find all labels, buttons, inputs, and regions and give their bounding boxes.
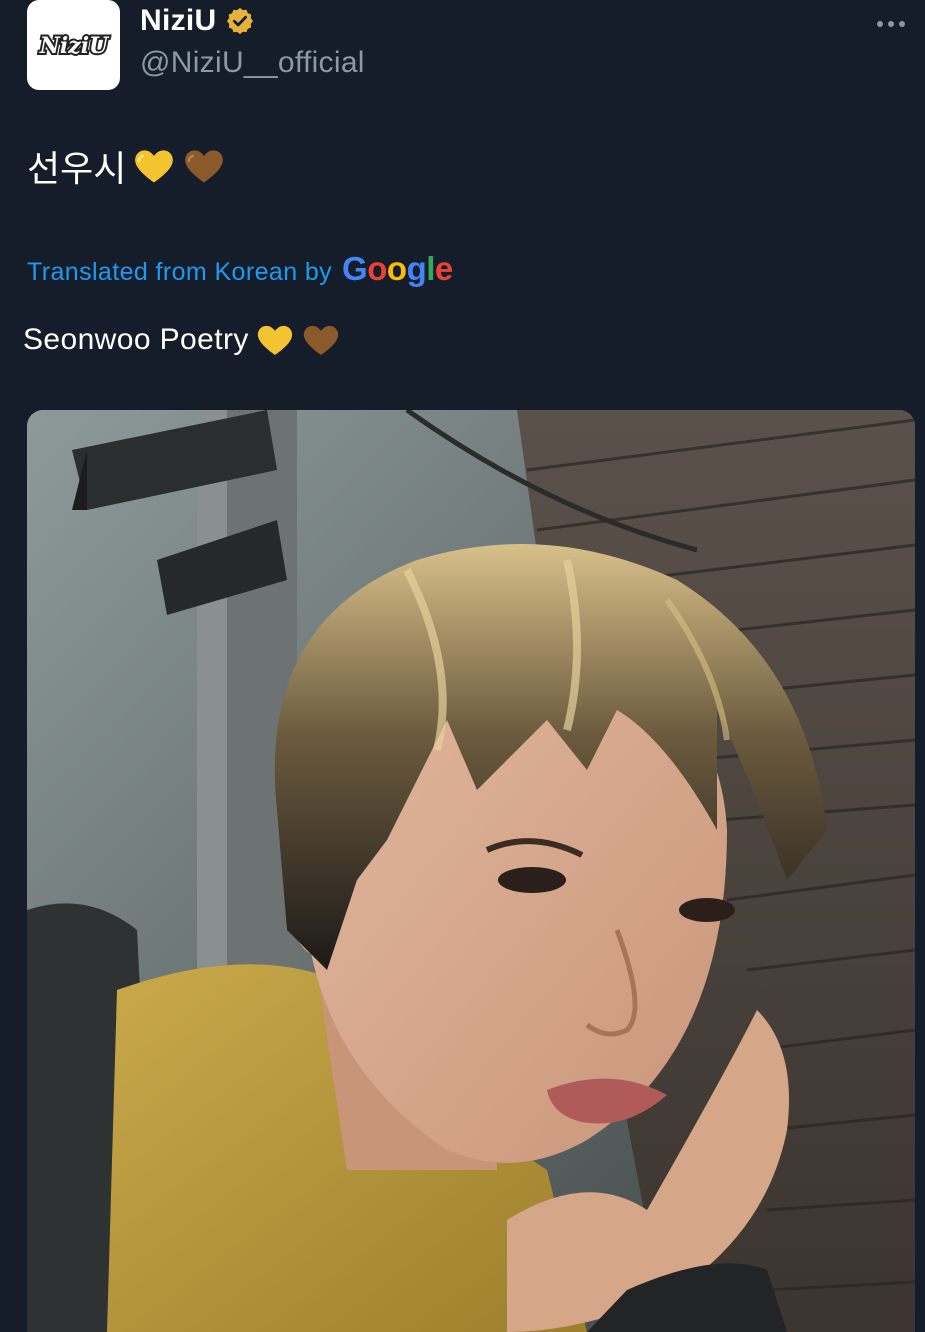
more-dot-icon [888,21,894,27]
author-handle[interactable]: @NiziU__official [140,46,365,80]
translated-text-content: Seonwoo Poetry [23,323,249,356]
yellow-heart-icon [257,325,292,355]
translation-attribution[interactable]: Translated from Korean by Google [27,250,453,288]
niziu-logo: NiziU [36,31,111,61]
translated-from-label: Translated from Korean by [27,258,333,286]
more-dot-icon [877,21,883,27]
brown-heart-icon [185,150,224,183]
svg-text:NiziU: NiziU [38,33,109,59]
tweet: NiziU NiziU @NiziU__official 선우시 Transla… [0,0,925,1332]
translated-text: Seonwoo Poetry [23,320,341,360]
more-dot-icon [899,21,905,27]
tweet-text-content: 선우시 [27,148,127,189]
verified-badge-icon [226,7,253,35]
author-name-row: NiziU [140,4,255,38]
author-display-name[interactable]: NiziU [140,4,217,38]
tweet-media-photo[interactable] [27,410,915,1332]
more-options-button[interactable] [871,14,911,34]
yellow-heart-icon [135,150,174,183]
google-logo: Google [342,250,453,287]
brown-heart-icon [303,325,338,355]
tweet-text: 선우시 [27,140,226,192]
selfie-photo [27,410,915,1332]
avatar[interactable]: NiziU [27,0,120,90]
